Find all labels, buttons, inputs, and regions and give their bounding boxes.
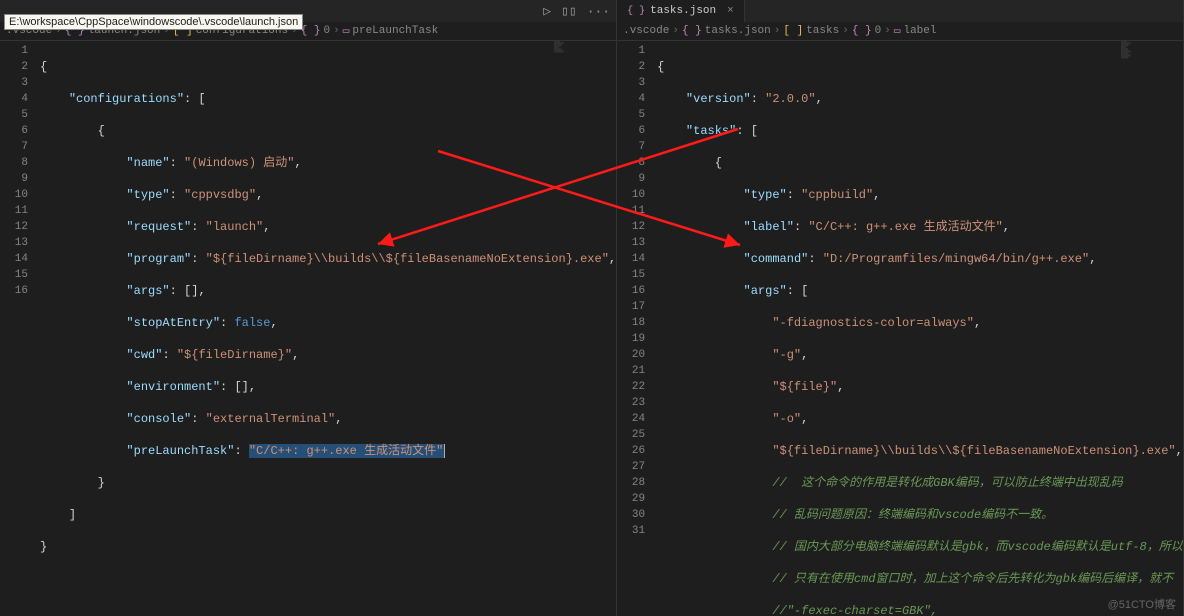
run-icon[interactable]: ▷: [543, 4, 551, 19]
left-code[interactable]: 12345678910111213141516 { "configuration…: [0, 41, 616, 616]
left-gutter: 12345678910111213141516: [0, 41, 40, 616]
string-icon: ▭: [894, 24, 901, 38]
right-breadcrumbs[interactable]: .vscode › { } tasks.json › [ ] tasks › {…: [617, 22, 1183, 41]
breadcrumb-object[interactable]: 0: [875, 25, 882, 37]
close-icon[interactable]: ×: [727, 5, 734, 17]
more-icon[interactable]: ···: [587, 4, 610, 19]
left-tabs: E:\workspace\CppSpace\windowscode\.vscod…: [0, 0, 616, 22]
breadcrumb-key[interactable]: label: [903, 25, 936, 37]
watermark: @51CTO博客: [1108, 596, 1176, 612]
object-icon: { }: [301, 25, 321, 37]
tab-label: tasks.json: [650, 5, 716, 17]
breadcrumb-file[interactable]: tasks.json: [705, 25, 771, 37]
string-icon: ▭: [343, 24, 350, 38]
breadcrumb-folder[interactable]: .vscode: [623, 25, 669, 37]
breadcrumb-object[interactable]: 0: [324, 25, 331, 37]
left-code-lines[interactable]: { "configurations": [ { "name": "(Window…: [40, 41, 616, 616]
object-icon: { }: [852, 25, 872, 37]
array-icon: [ ]: [783, 25, 803, 37]
split-editor-icon[interactable]: ▯▯: [561, 4, 577, 19]
breadcrumb-key[interactable]: preLaunchTask: [352, 25, 438, 37]
right-gutter: 1234567891011121314151617181920212223242…: [617, 41, 657, 616]
left-toolbar: ▷ ▯▯ ···: [543, 0, 610, 22]
json-icon: { }: [627, 6, 645, 17]
tab-tasks-json[interactable]: { } tasks.json ×: [617, 0, 745, 22]
breadcrumb-array[interactable]: tasks: [806, 25, 839, 37]
left-editor-pane: E:\workspace\CppSpace\windowscode\.vscod…: [0, 0, 617, 616]
editor-split: E:\workspace\CppSpace\windowscode\.vscod…: [0, 0, 1184, 616]
right-code-lines[interactable]: { "version": "2.0.0", "tasks": [ { "type…: [657, 41, 1183, 616]
right-code[interactable]: 1234567891011121314151617181920212223242…: [617, 41, 1183, 616]
right-tabs: { } tasks.json ×: [617, 0, 1183, 22]
path-tooltip: E:\workspace\CppSpace\windowscode\.vscod…: [4, 14, 303, 30]
json-icon: { }: [682, 25, 702, 37]
right-editor-pane: { } tasks.json × .vscode › { } tasks.jso…: [617, 0, 1184, 616]
